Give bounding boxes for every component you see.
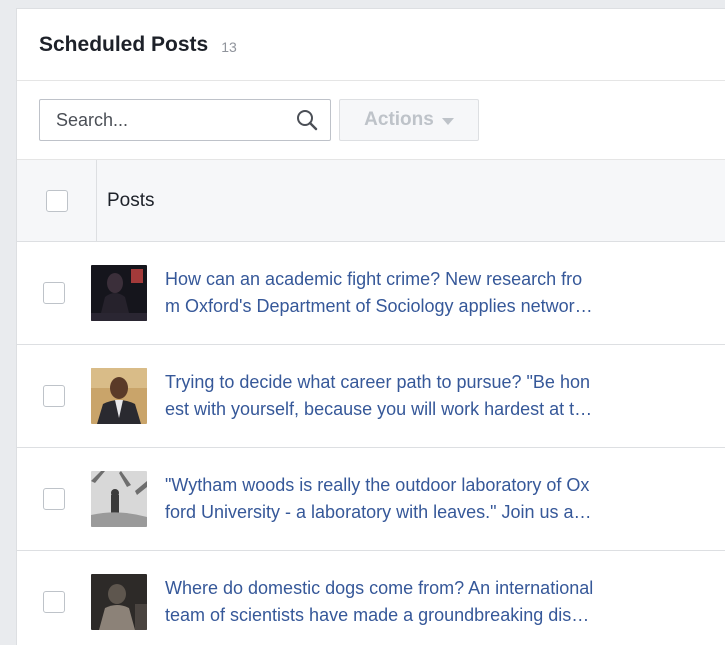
row-checkbox-cell	[17, 551, 91, 645]
post-thumbnail[interactable]	[91, 265, 147, 321]
scheduled-posts-panel: Scheduled Posts 13 Actions Posts	[16, 8, 725, 645]
row-checkbox-cell	[17, 345, 91, 447]
table-header: Posts	[17, 159, 725, 242]
post-link[interactable]: Trying to decide what career path to pur…	[165, 369, 705, 423]
row-checkbox[interactable]	[43, 591, 65, 613]
post-link[interactable]: How can an academic fight crime? New res…	[165, 266, 705, 320]
table-row: "Wytham woods is really the outdoor labo…	[17, 448, 725, 551]
actions-dropdown-button[interactable]: Actions	[339, 99, 479, 141]
post-text-line: est with yourself, because you will work…	[165, 399, 593, 419]
post-thumbnail[interactable]	[91, 574, 147, 630]
post-text-line: team of scientists have made a groundbre…	[165, 605, 590, 625]
column-header-posts: Posts	[107, 189, 155, 211]
panel-header: Scheduled Posts 13	[17, 9, 725, 81]
post-count: 13	[221, 38, 237, 55]
table-row: How can an academic fight crime? New res…	[17, 242, 725, 345]
search-box[interactable]	[39, 99, 331, 141]
post-thumbnail[interactable]	[91, 471, 147, 527]
post-thumbnail[interactable]	[91, 368, 147, 424]
post-text-line: Where do domestic dogs come from? An int…	[165, 578, 594, 598]
page-title: Scheduled Posts	[39, 32, 209, 56]
search-input[interactable]	[56, 109, 276, 131]
row-checkbox-cell	[17, 448, 91, 550]
post-text-line: ford University - a laboratory with leav…	[165, 502, 592, 522]
post-text-line: Trying to decide what career path to pur…	[165, 372, 590, 392]
table-row: Trying to decide what career path to pur…	[17, 345, 725, 448]
post-text-line: "Wytham woods is really the outdoor labo…	[165, 475, 590, 495]
select-all-cell	[17, 160, 97, 241]
table-row: Where do domestic dogs come from? An int…	[17, 551, 725, 645]
row-checkbox[interactable]	[43, 488, 65, 510]
post-text-line: m Oxford's Department of Sociology appli…	[165, 296, 593, 316]
post-text-line: How can an academic fight crime? New res…	[165, 269, 583, 289]
search-icon[interactable]	[294, 107, 320, 133]
row-checkbox[interactable]	[43, 282, 65, 304]
select-all-checkbox[interactable]	[45, 189, 68, 212]
actions-label: Actions	[364, 109, 434, 130]
post-list: How can an academic fight crime? New res…	[17, 242, 725, 645]
row-checkbox[interactable]	[43, 385, 65, 407]
post-link[interactable]: "Wytham woods is really the outdoor labo…	[165, 472, 705, 526]
row-checkbox-cell	[17, 242, 91, 344]
toolbar: Actions	[17, 81, 725, 159]
chevron-down-icon	[441, 117, 454, 125]
post-link[interactable]: Where do domestic dogs come from? An int…	[165, 575, 705, 629]
